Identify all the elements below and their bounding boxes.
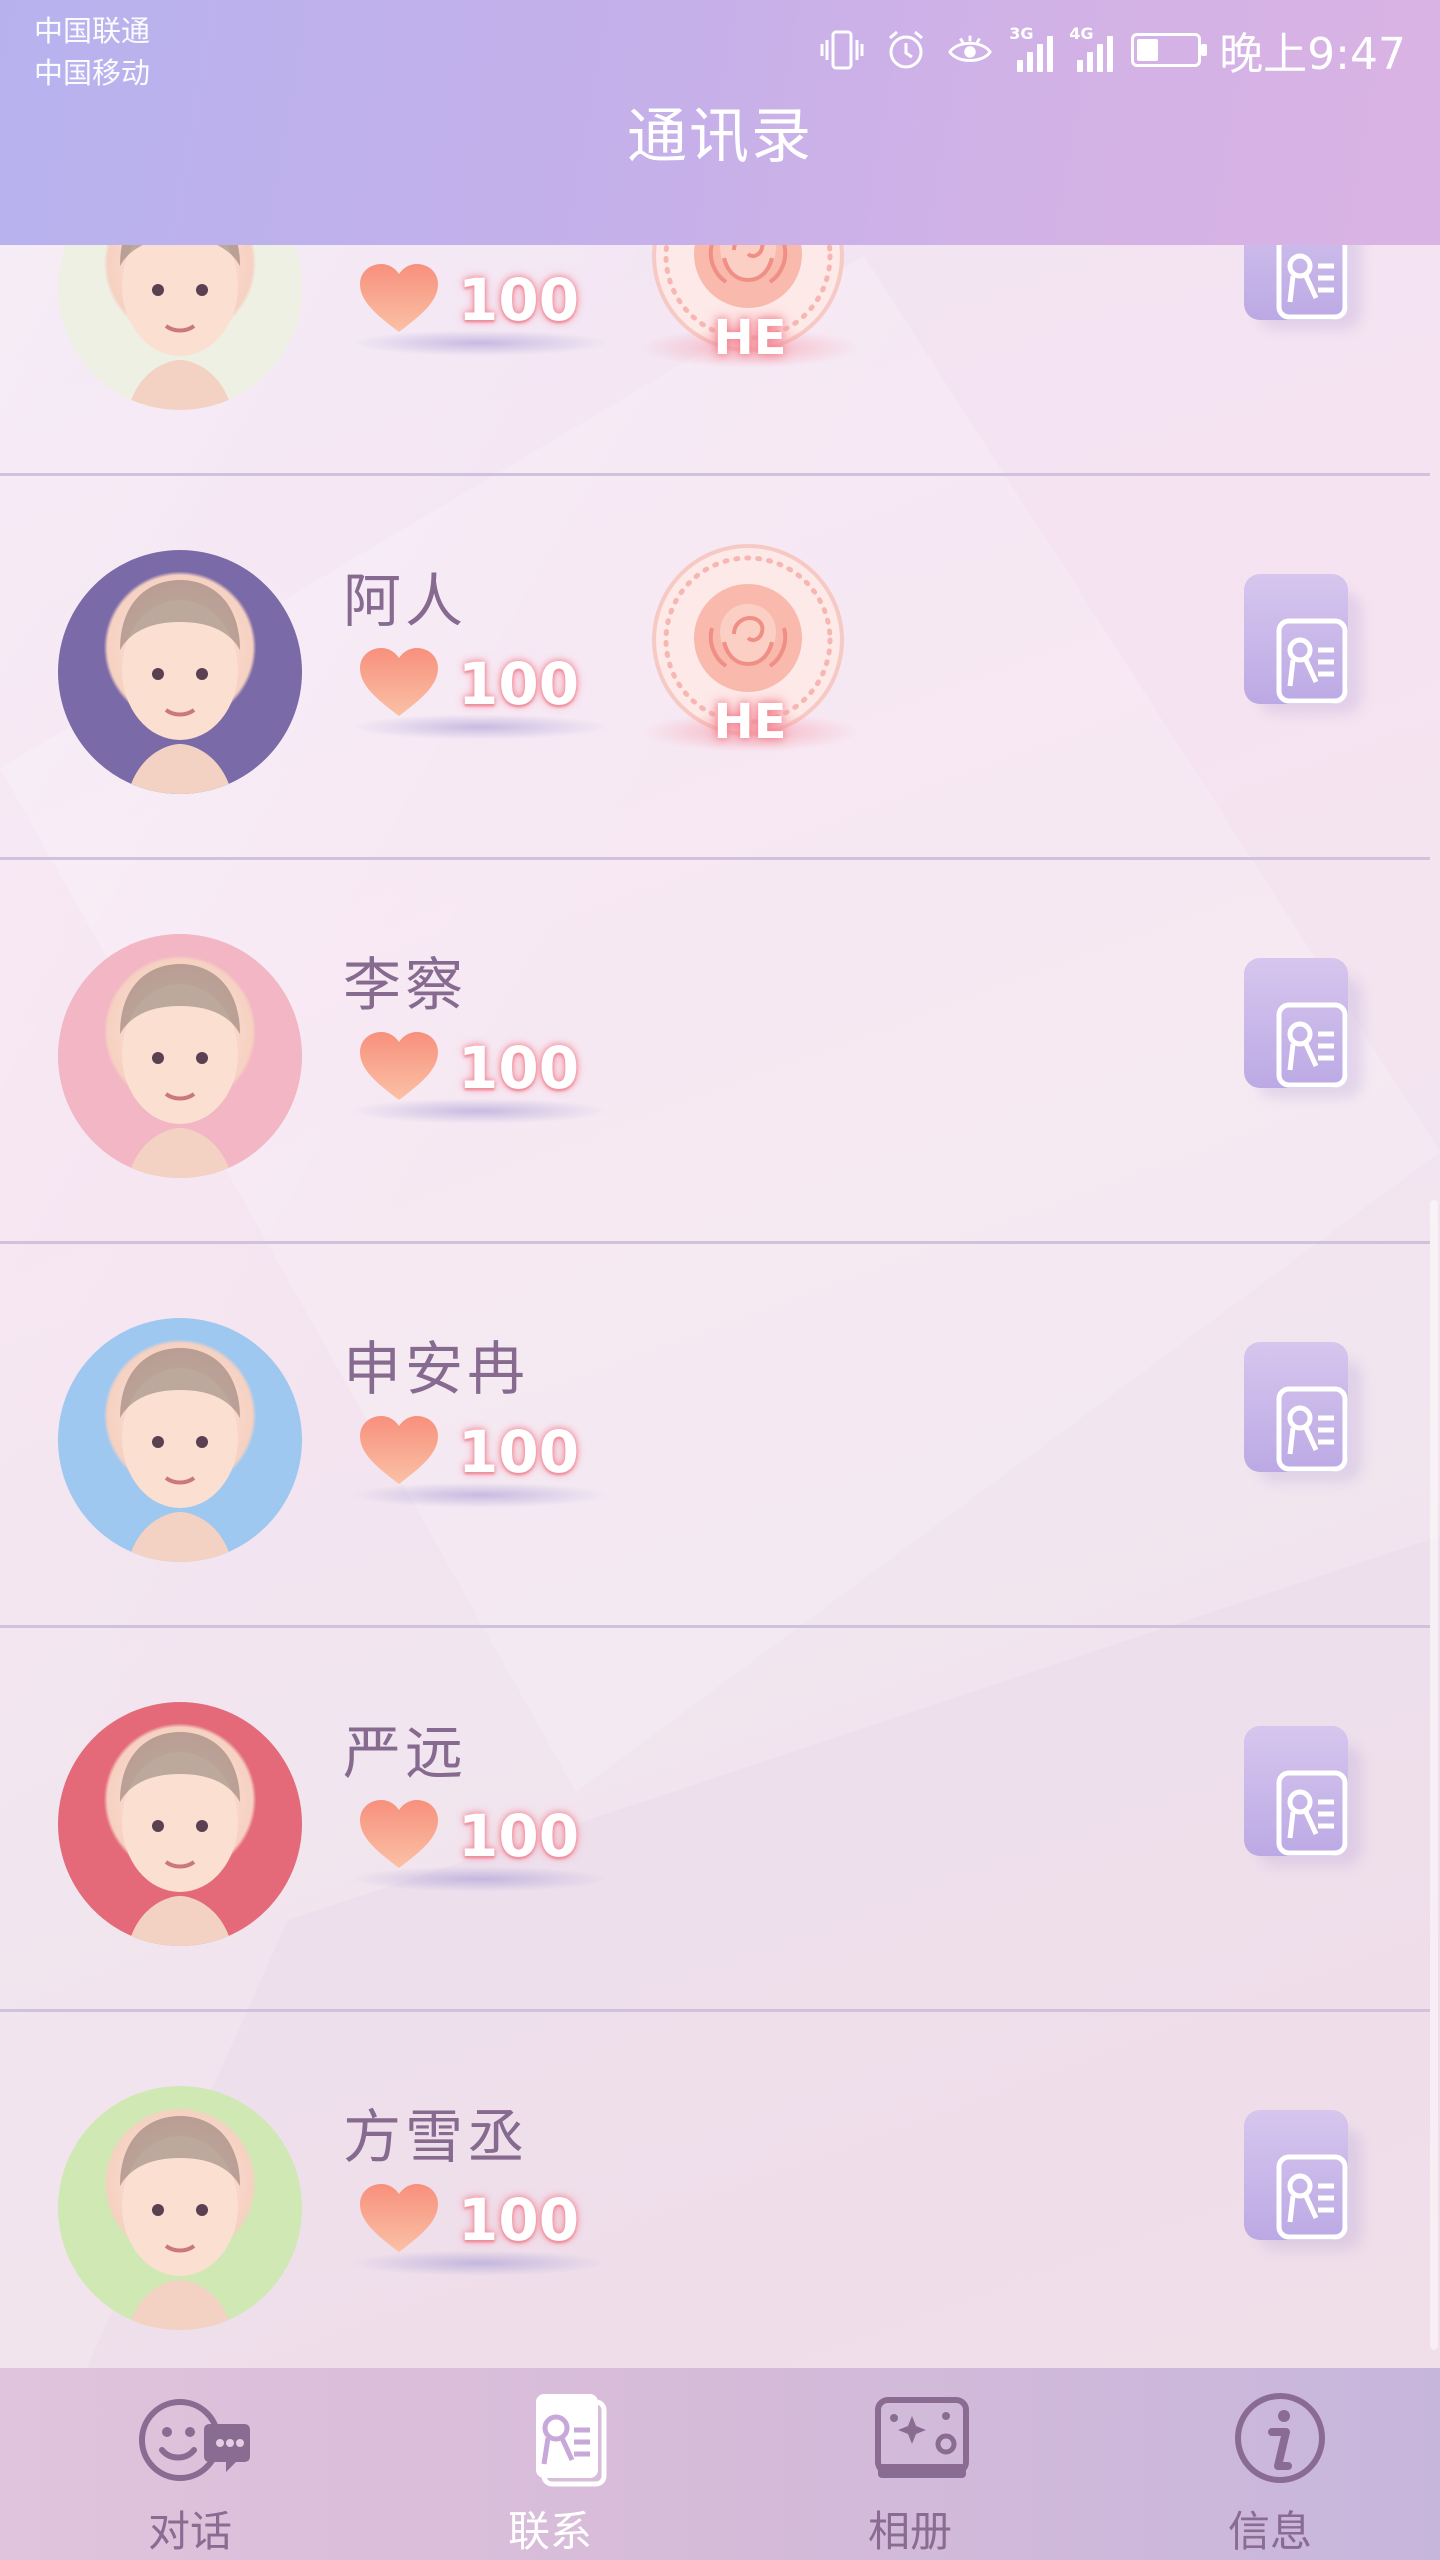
- nav-label-album: 相册: [867, 2507, 952, 2556]
- police-cap-boy-avatar[interactable]: [58, 934, 302, 1178]
- page-title: 通讯录: [627, 102, 813, 172]
- heart-icon: [358, 646, 440, 718]
- contact-name: 李察: [343, 951, 468, 1019]
- contact-row[interactable]: 方雪丞 100: [0, 2020, 1430, 2396]
- ending-badge-label: HE: [713, 310, 787, 366]
- profile-card-button[interactable]: [1244, 574, 1362, 714]
- app-header: 中国联通 中国移动 3G 4G 晚上9:47 通讯录: [0, 0, 1440, 245]
- ending-badge-label: HE: [713, 694, 787, 750]
- network-4g-label: 4G: [1069, 24, 1094, 43]
- short-hair-man-avatar[interactable]: [58, 550, 302, 794]
- profile-card-button[interactable]: [1244, 1726, 1362, 1866]
- network-3g-label: 3G: [1009, 24, 1034, 43]
- red-hair-boy-avatar[interactable]: [58, 1702, 302, 1946]
- info-icon: [1235, 2393, 1325, 2483]
- affection-score: 100: [458, 1418, 580, 1486]
- affection-meter: 100: [340, 1798, 620, 1908]
- status-icons: 3G 4G 晚上9:47: [819, 20, 1406, 80]
- clock: 晚上9:47: [1219, 29, 1406, 80]
- contact-card-icon: [536, 2394, 607, 2487]
- contact-name: 严远: [343, 1719, 468, 1787]
- heart-icon: [358, 262, 440, 334]
- battery-level: [1137, 39, 1159, 61]
- contact-name: 方雪丞: [343, 2103, 530, 2171]
- eye-icon: [947, 27, 993, 73]
- green-hair-boy-avatar[interactable]: [58, 2086, 302, 2330]
- album-icon: [875, 2397, 969, 2478]
- affection-score: 100: [458, 1802, 580, 1870]
- heart-icon: [358, 2182, 440, 2254]
- affection-score: 100: [458, 1034, 580, 1102]
- profile-card-button[interactable]: [1244, 958, 1362, 1098]
- vibrate-icon: [819, 27, 865, 73]
- nav-label-chat: 对话: [147, 2507, 232, 2556]
- affection-score: 100: [458, 650, 580, 718]
- affection-score: 100: [458, 266, 580, 334]
- heart-icon: [358, 1414, 440, 1486]
- contact-name: 申安冉: [343, 1335, 530, 1403]
- signal-3g-icon: 3G: [1009, 24, 1054, 72]
- carrier-1: 中国联通: [34, 14, 151, 48]
- alarm-icon: [883, 27, 929, 73]
- affection-meter: 100: [340, 262, 620, 372]
- affection-meter: 100: [340, 2182, 620, 2292]
- heart-icon: [358, 1798, 440, 1870]
- blue-hair-glasses-boy-avatar[interactable]: [58, 1318, 302, 1562]
- contact-row[interactable]: 申安冉 100: [0, 1252, 1430, 1628]
- contact-name: 阿人: [343, 567, 468, 635]
- nav-tab-contacts[interactable]: 联系: [430, 2368, 670, 2560]
- affection-meter: 100: [340, 1414, 620, 1524]
- nav-label-contacts: 联系: [507, 2507, 592, 2556]
- nav-tab-album[interactable]: 相册: [790, 2368, 1030, 2560]
- nav-label-info: 信息: [1227, 2507, 1312, 2556]
- scrollbar[interactable]: [1430, 1200, 1438, 2350]
- signal-4g-icon: 4G: [1069, 24, 1114, 72]
- heart-icon: [358, 1030, 440, 1102]
- affection-meter: 100: [340, 1030, 620, 1140]
- profile-card-button[interactable]: [1244, 2110, 1362, 2250]
- chat-face-icon: [139, 2399, 250, 2481]
- battery-icon: [1131, 33, 1208, 67]
- contact-row[interactable]: 严远 100: [0, 1636, 1430, 2012]
- nav-tab-info[interactable]: 信息: [1150, 2368, 1390, 2560]
- contact-row[interactable]: 阿人 100 HE: [0, 484, 1430, 860]
- contact-row[interactable]: 李察 100: [0, 868, 1430, 1244]
- affection-meter: 100: [340, 646, 620, 756]
- profile-card-button[interactable]: [1244, 1342, 1362, 1482]
- carrier-info: 中国联通 中国移动: [34, 10, 150, 94]
- affection-score: 100: [458, 2186, 580, 2254]
- nav-tab-chat[interactable]: 对话: [70, 2368, 310, 2560]
- bottom-nav: 对话 联系 相册 信息: [0, 2368, 1440, 2560]
